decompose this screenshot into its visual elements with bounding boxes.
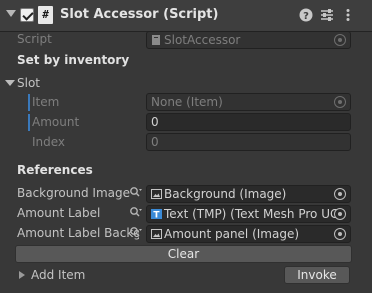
text-mesh-pro-icon: T (151, 209, 162, 219)
amount-label-ref-label: Amount Label (17, 206, 101, 220)
background-image-label: Background Image (17, 186, 130, 200)
add-item-label[interactable]: Add Item (31, 268, 85, 282)
object-picker-icon (334, 96, 346, 108)
amount-label-field[interactable]: T Text (TMP) (Text Mesh Pro UG (146, 205, 351, 223)
add-item-foldout-arrow-icon[interactable] (19, 271, 25, 279)
script-field: SlotAccessor (146, 31, 351, 49)
amount-label-background-field[interactable]: Amount panel (Image) (146, 225, 351, 243)
image-component-icon (151, 189, 162, 199)
set-by-inventory-header: Set by inventory (17, 53, 130, 67)
script-asset-icon (152, 35, 160, 45)
component-title: Slot Accessor (Script) (60, 7, 219, 22)
clear-button[interactable]: Clear (15, 245, 352, 263)
component-header: # Slot Accessor (Script) ? (0, 0, 372, 32)
background-image-field[interactable]: Background (Image) (146, 185, 351, 203)
item-label: Item (32, 95, 60, 109)
presets-icon[interactable] (319, 8, 335, 24)
foldout-arrow-icon[interactable] (6, 10, 16, 17)
object-picker-icon (334, 34, 346, 46)
slot-label[interactable]: Slot (17, 76, 40, 90)
invoke-button[interactable]: Invoke (284, 266, 350, 284)
search-icon[interactable] (129, 186, 143, 198)
search-icon[interactable] (129, 226, 143, 238)
help-icon[interactable]: ? (298, 8, 314, 24)
script-label: Script (17, 32, 52, 46)
object-picker-icon[interactable] (334, 188, 346, 200)
script-file-icon: # (38, 6, 53, 24)
amount-label-background-label: Amount Label Backgro (17, 226, 139, 240)
object-picker-icon[interactable] (334, 228, 346, 240)
more-menu-icon[interactable] (340, 8, 356, 24)
slot-foldout-arrow-icon[interactable] (5, 80, 15, 86)
amount-field[interactable]: 0 (146, 113, 351, 131)
image-component-icon (151, 229, 162, 239)
index-field: 0 (146, 133, 351, 151)
amount-label: Amount (32, 115, 80, 129)
object-picker-icon[interactable] (334, 208, 346, 220)
svg-text:?: ? (303, 11, 309, 22)
enable-checkbox[interactable] (20, 8, 34, 22)
references-header: References (17, 163, 93, 177)
search-icon[interactable] (129, 206, 143, 218)
item-field: None (Item) (146, 93, 351, 111)
modified-indicator (28, 94, 30, 111)
svg-text:T: T (153, 211, 160, 220)
modified-indicator (28, 114, 30, 131)
index-label: Index (32, 135, 66, 149)
